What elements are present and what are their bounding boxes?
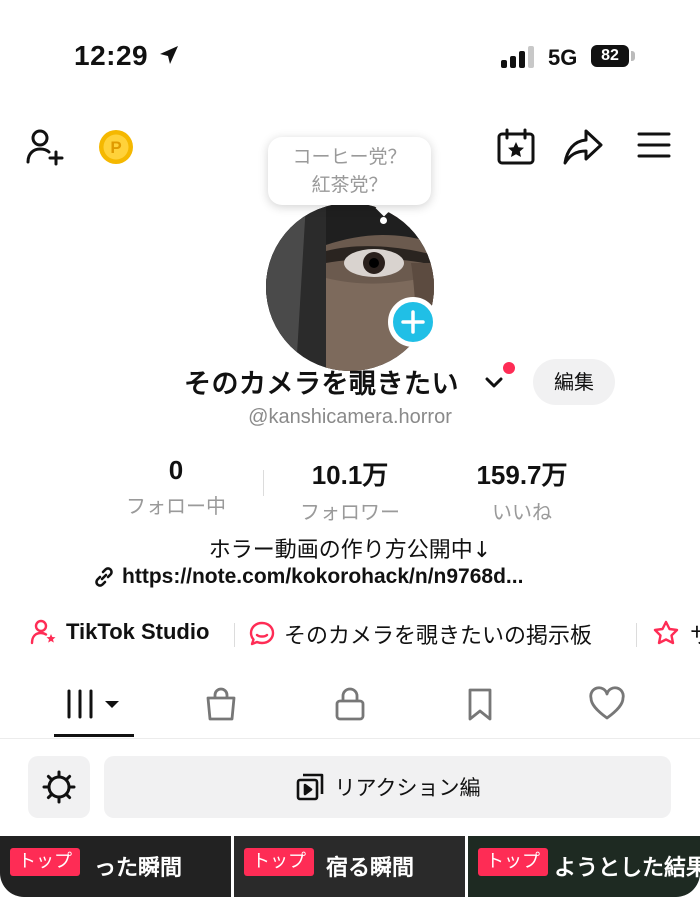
add-user-icon[interactable] xyxy=(24,126,66,168)
reaction-playlist-label: リアクション編 xyxy=(334,776,481,800)
bio-link[interactable]: https://note.com/kokorohack/n/n9768d... xyxy=(92,565,523,589)
status-time: 12:29 xyxy=(74,40,149,71)
bio-text: ホラー動画の作り方公開中↓ xyxy=(208,538,492,563)
chevron-down-icon[interactable] xyxy=(484,376,504,390)
quick-link-divider xyxy=(636,623,637,647)
location-arrow-icon xyxy=(160,46,178,64)
bio-link-text: https://note.com/kokorohack/n/n9768d... xyxy=(122,565,524,588)
status-bar: 12:29 5G 82 xyxy=(0,0,700,110)
tab-videos[interactable] xyxy=(64,688,126,724)
lock-icon xyxy=(335,687,365,721)
tiktok-studio-link[interactable]: TikTok Studio xyxy=(30,618,209,646)
likes-label: いいね xyxy=(492,500,552,524)
top-badge: トップ xyxy=(10,848,80,876)
calendar-star-icon[interactable] xyxy=(496,127,536,167)
edit-profile-button[interactable]: 編集 xyxy=(533,359,615,405)
tab-shop[interactable] xyxy=(203,686,239,726)
tiktok-studio-label: TikTok Studio xyxy=(66,619,210,644)
notification-dot xyxy=(503,362,515,374)
settings-filter-button[interactable] xyxy=(28,756,90,818)
video-thumbnail[interactable]: った瞬間 トップ xyxy=(0,836,231,897)
plus-icon xyxy=(401,310,425,334)
top-badge: トップ xyxy=(478,848,548,876)
tab-private[interactable] xyxy=(332,686,368,726)
heart-icon xyxy=(589,686,625,720)
followers-label: フォロワー xyxy=(300,500,400,524)
puzzle-star-icon xyxy=(653,620,679,645)
more-quick-link[interactable]: サ xyxy=(652,618,700,650)
network-type: 5G xyxy=(548,45,578,70)
stat-followers[interactable]: 10.1万 フォロワー xyxy=(290,455,410,525)
more-quick-link-label: サ xyxy=(690,618,700,650)
stat-divider xyxy=(263,470,264,496)
cellular-signal-icon xyxy=(501,46,534,68)
tabs-divider xyxy=(0,738,700,739)
username-handle: @kanshicamera.horror xyxy=(248,406,452,428)
display-name[interactable]: そのカメラを覗きたい xyxy=(184,362,459,401)
tooltip-line-1: コーヒー党？ xyxy=(292,146,407,168)
link-icon xyxy=(95,567,113,587)
profile-screen: 12:29 5G 82 P コーヒー党？ 紅茶党？ そのカメラを覗きたい 編集 … xyxy=(0,0,700,897)
top-badge: トップ xyxy=(244,848,314,876)
battery-icon: 82 xyxy=(591,45,629,67)
video-thumbnail[interactable]: ようとした結果 トップ xyxy=(468,836,700,897)
video-caption: った瞬間 xyxy=(94,856,183,881)
chat-bubble-icon xyxy=(249,621,275,646)
person-star-icon xyxy=(30,619,56,645)
add-avatar-button[interactable] xyxy=(388,297,438,347)
video-thumbnail[interactable]: 宿る瞬間 トップ xyxy=(234,836,465,897)
share-arrow-icon[interactable] xyxy=(562,127,604,167)
tooltip-line-2: 紅茶党？ xyxy=(311,174,388,196)
video-caption: 宿る瞬間 xyxy=(326,856,415,881)
tooltip-bubble[interactable]: コーヒー党？ 紅茶党？ xyxy=(268,137,431,205)
bulletin-board-label: そのカメラを覗きたいの掲示板 xyxy=(284,624,593,649)
stat-following[interactable]: 0 フォロー中 xyxy=(114,455,238,519)
video-caption: ようとした結果 xyxy=(554,856,700,881)
quick-link-divider xyxy=(234,623,235,647)
gear-icon xyxy=(42,770,76,804)
tab-liked[interactable] xyxy=(588,686,626,726)
profile-tabs xyxy=(0,684,700,738)
reaction-playlist-button[interactable]: リアクション編 xyxy=(104,756,671,818)
coin-icon[interactable]: P xyxy=(98,129,134,165)
stat-likes[interactable]: 159.7万 いいね xyxy=(470,455,574,525)
battery-nub xyxy=(631,51,635,61)
active-tab-indicator xyxy=(54,734,134,737)
followers-count: 10.1万 xyxy=(311,460,389,490)
grid-icon xyxy=(67,689,119,719)
menu-icon[interactable] xyxy=(636,130,672,160)
tab-saved[interactable] xyxy=(462,686,498,726)
bookmark-icon xyxy=(468,688,492,721)
video-grid: った瞬間 トップ 宿る瞬間 トップ ようとした結果 トップ xyxy=(0,836,700,897)
tooltip-dot xyxy=(380,217,387,224)
shopping-bag-icon xyxy=(206,687,236,721)
playlist-icon xyxy=(296,773,323,801)
bulletin-board-link[interactable]: そのカメラを覗きたいの掲示板 xyxy=(248,618,592,650)
likes-count: 159.7万 xyxy=(476,460,568,490)
following-label: フォロー中 xyxy=(126,494,226,518)
svg-text:P: P xyxy=(110,138,121,157)
following-count: 0 xyxy=(168,455,184,485)
